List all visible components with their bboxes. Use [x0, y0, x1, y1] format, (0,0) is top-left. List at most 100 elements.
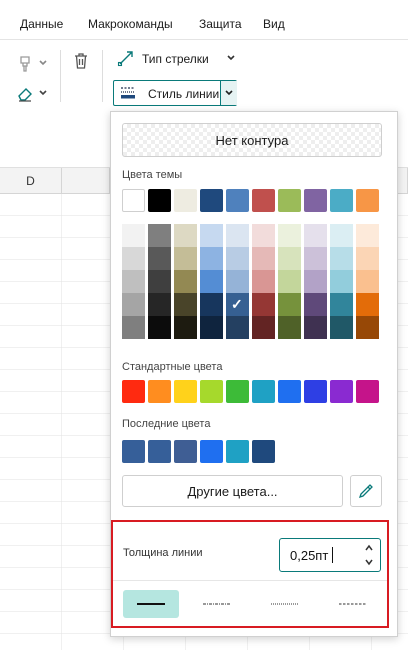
theme-shade-swatch[interactable] — [252, 247, 275, 270]
theme-shade-swatch[interactable] — [278, 224, 301, 247]
theme-shade-swatch[interactable] — [356, 270, 379, 293]
theme-shade-swatch[interactable] — [278, 270, 301, 293]
theme-shade-swatch[interactable] — [148, 293, 171, 316]
standard-color-swatch[interactable] — [330, 380, 353, 403]
theme-shade-swatch[interactable] — [200, 224, 223, 247]
recent-color-swatch[interactable] — [226, 440, 249, 463]
theme-shade-swatch[interactable] — [330, 224, 353, 247]
theme-shade-swatch[interactable] — [330, 316, 353, 339]
theme-shade-swatch[interactable] — [330, 293, 353, 316]
line-style-dashed-option[interactable] — [325, 590, 381, 618]
theme-shade-swatch[interactable] — [252, 270, 275, 293]
spin-up-icon[interactable] — [364, 544, 374, 552]
theme-shade-swatch[interactable] — [278, 293, 301, 316]
theme-shade-swatch[interactable] — [304, 224, 327, 247]
theme-shade-swatch[interactable] — [278, 247, 301, 270]
column-header[interactable] — [398, 168, 408, 194]
theme-color-swatch[interactable] — [278, 189, 301, 212]
theme-shade-swatch[interactable] — [226, 224, 249, 247]
line-style-dash-dot-option[interactable] — [189, 590, 245, 618]
recent-color-swatch[interactable] — [174, 440, 197, 463]
theme-shade-swatch[interactable] — [122, 224, 145, 247]
theme-shade-swatch[interactable] — [356, 224, 379, 247]
theme-shade-swatch[interactable] — [252, 316, 275, 339]
theme-shade-swatch[interactable] — [252, 293, 275, 316]
paint-format-icon[interactable] — [14, 54, 36, 74]
theme-shade-swatch[interactable] — [330, 247, 353, 270]
eyedropper-button[interactable] — [350, 475, 382, 507]
recent-color-swatch[interactable] — [148, 440, 171, 463]
theme-shade-swatch[interactable] — [200, 316, 223, 339]
no-contour-button[interactable]: Нет контура — [122, 123, 382, 157]
theme-shade-swatch[interactable] — [278, 316, 301, 339]
trash-icon[interactable] — [70, 50, 92, 72]
menu-view[interactable]: Вид — [263, 17, 285, 31]
theme-color-swatch[interactable] — [252, 189, 275, 212]
theme-shade-swatch[interactable] — [356, 247, 379, 270]
theme-shade-swatch[interactable] — [148, 316, 171, 339]
line-style-solid-option[interactable] — [123, 590, 179, 618]
standard-color-swatch[interactable] — [356, 380, 379, 403]
standard-color-swatch[interactable] — [148, 380, 171, 403]
theme-shade-swatch[interactable] — [148, 224, 171, 247]
theme-shade-swatch[interactable] — [122, 270, 145, 293]
chevron-down-icon[interactable] — [38, 58, 48, 68]
other-colors-button[interactable]: Другие цвета... — [122, 475, 343, 507]
theme-shade-swatch[interactable] — [122, 316, 145, 339]
theme-shade-swatch[interactable] — [122, 247, 145, 270]
menu-protection[interactable]: Защита — [199, 17, 242, 31]
theme-color-swatch[interactable] — [226, 189, 249, 212]
line-style-button[interactable]: Стиль линии — [113, 80, 237, 106]
recent-color-swatch[interactable] — [200, 440, 223, 463]
eraser-icon[interactable] — [14, 84, 36, 104]
theme-color-swatch[interactable] — [200, 189, 223, 212]
standard-color-swatch[interactable] — [174, 380, 197, 403]
line-style-dotted-option[interactable] — [257, 590, 313, 618]
theme-shade-swatch[interactable] — [356, 316, 379, 339]
theme-color-swatch[interactable] — [356, 189, 379, 212]
menu-data[interactable]: Данные — [20, 17, 63, 31]
theme-color-swatch[interactable] — [304, 189, 327, 212]
standard-color-swatch[interactable] — [122, 380, 145, 403]
theme-shade-swatch[interactable] — [174, 270, 197, 293]
theme-shade-swatch[interactable] — [304, 293, 327, 316]
theme-shade-swatch[interactable] — [174, 316, 197, 339]
theme-shade-swatch[interactable] — [200, 270, 223, 293]
chevron-down-icon[interactable] — [226, 53, 236, 63]
arrow-line-icon[interactable] — [115, 48, 137, 68]
standard-color-swatch[interactable] — [252, 380, 275, 403]
theme-shade-swatch[interactable] — [148, 270, 171, 293]
column-header-d[interactable]: D — [0, 168, 62, 194]
theme-shade-swatch[interactable]: ✓ — [226, 293, 249, 316]
theme-shade-swatch[interactable] — [226, 247, 249, 270]
theme-shade-swatch[interactable] — [122, 293, 145, 316]
theme-shade-swatch[interactable] — [200, 293, 223, 316]
theme-shade-swatch[interactable] — [330, 270, 353, 293]
theme-shade-swatch[interactable] — [304, 247, 327, 270]
theme-shade-swatch[interactable] — [226, 316, 249, 339]
theme-shade-swatch[interactable] — [356, 293, 379, 316]
theme-shade-swatch[interactable] — [226, 270, 249, 293]
theme-color-swatch[interactable] — [122, 189, 145, 212]
theme-shade-swatch[interactable] — [200, 247, 223, 270]
chevron-down-icon[interactable] — [38, 88, 48, 98]
column-header[interactable] — [62, 168, 110, 194]
thickness-input[interactable]: 0,25пт — [279, 538, 381, 572]
standard-color-swatch[interactable] — [226, 380, 249, 403]
theme-shade-swatch[interactable] — [148, 247, 171, 270]
recent-color-swatch[interactable] — [122, 440, 145, 463]
standard-color-swatch[interactable] — [304, 380, 327, 403]
theme-shade-swatch[interactable] — [174, 247, 197, 270]
standard-color-swatch[interactable] — [200, 380, 223, 403]
arrow-type-label[interactable]: Тип стрелки — [142, 52, 209, 66]
theme-shade-swatch[interactable] — [174, 224, 197, 247]
standard-color-swatch[interactable] — [278, 380, 301, 403]
theme-shade-swatch[interactable] — [174, 293, 197, 316]
theme-shade-swatch[interactable] — [304, 270, 327, 293]
line-style-dropdown-toggle[interactable] — [220, 81, 237, 105]
recent-color-swatch[interactable] — [252, 440, 275, 463]
menu-macros[interactable]: Макрокоманды — [88, 17, 173, 31]
theme-color-swatch[interactable] — [148, 189, 171, 212]
theme-color-swatch[interactable] — [330, 189, 353, 212]
theme-shade-swatch[interactable] — [304, 316, 327, 339]
